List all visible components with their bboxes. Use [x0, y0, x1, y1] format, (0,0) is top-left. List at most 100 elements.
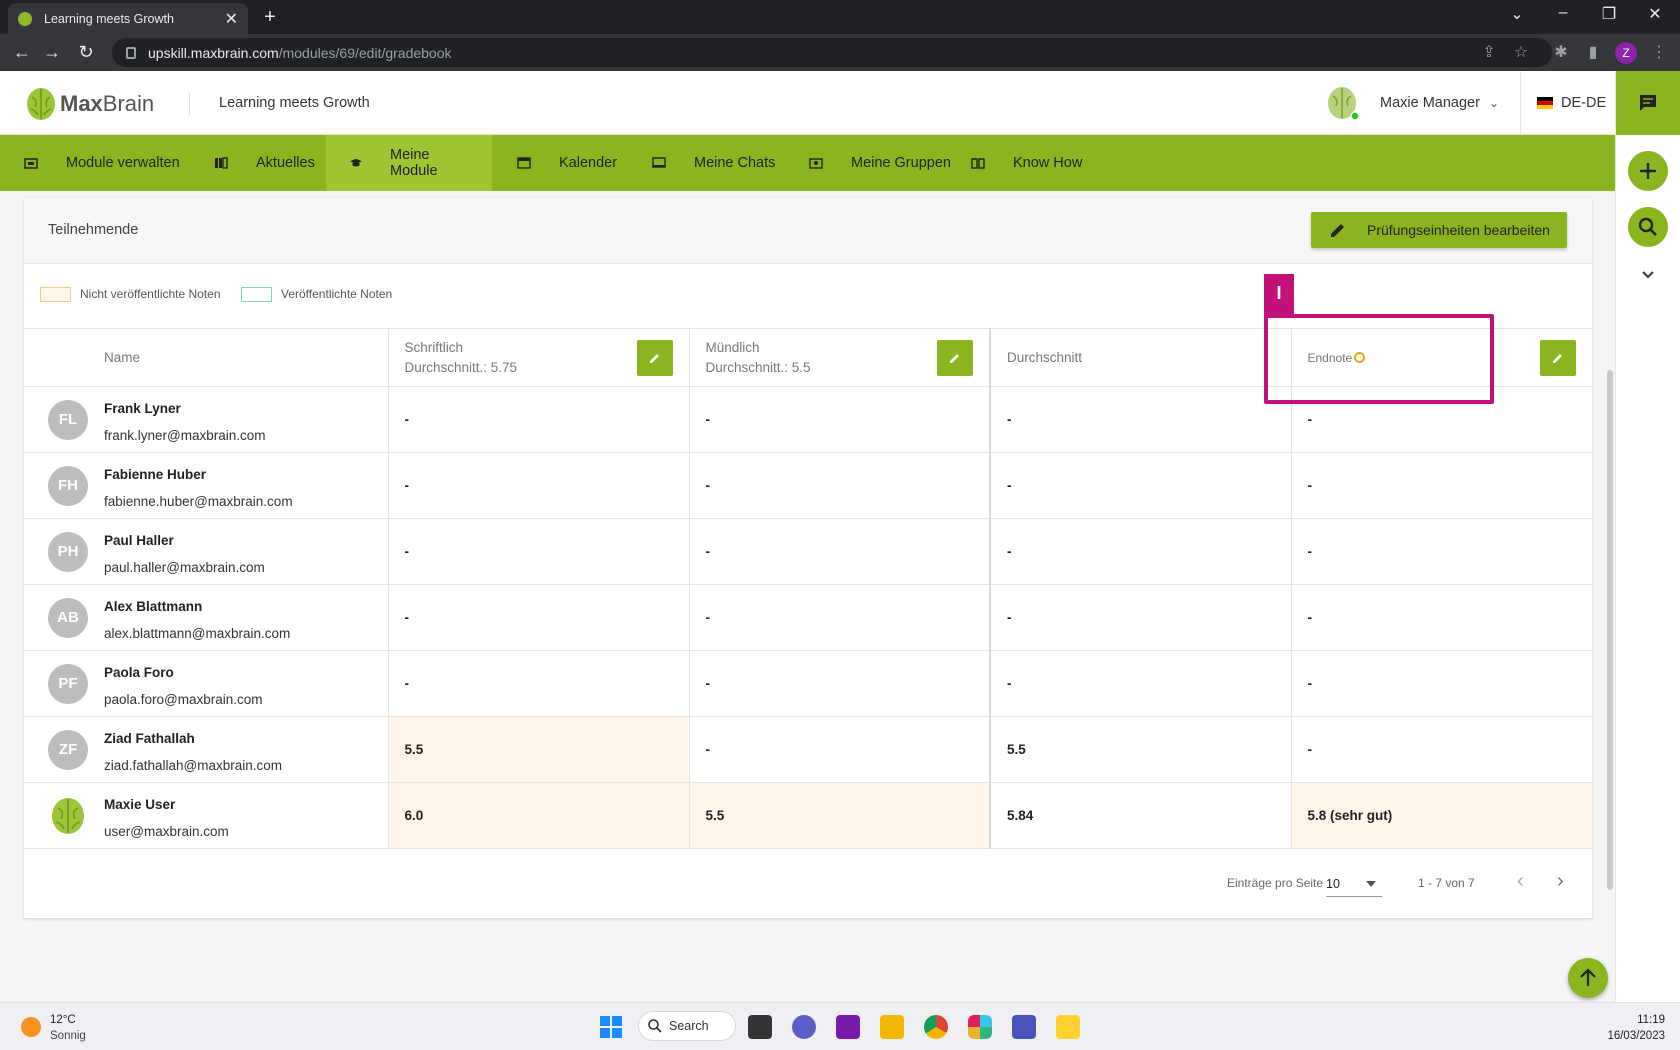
grade-final[interactable]: - — [1291, 650, 1592, 717]
grade-oral[interactable]: - — [689, 716, 991, 783]
teams-icon[interactable] — [1012, 1015, 1036, 1039]
browser-tab[interactable]: Learning meets Growth ✕ — [8, 3, 248, 34]
per-page-select[interactable]: 10 — [1326, 871, 1382, 897]
book-icon — [971, 158, 985, 169]
user-menu-name[interactable]: Maxie Manager — [1380, 95, 1480, 111]
table-row: PH Paul Haller paul.haller@maxbrain.com - … — [24, 518, 1592, 585]
nav-item-aktuelles[interactable]: Aktuelles — [190, 135, 339, 191]
prev-page-icon[interactable]: ‹ — [1517, 870, 1524, 893]
new-tab-icon[interactable]: + — [258, 6, 282, 30]
grade-final[interactable]: - — [1291, 452, 1592, 519]
url-field[interactable]: upskill.maxbrain.com/modules/69/edit/gra… — [112, 38, 1552, 67]
window-close-icon[interactable]: ✕ — [1632, 4, 1678, 24]
grade-average: - — [989, 518, 1292, 585]
participant-name: Maxie User — [104, 797, 176, 812]
profile-avatar[interactable]: Z — [1615, 42, 1637, 64]
taskbar-search[interactable]: Search — [638, 1011, 736, 1041]
table-row: FH Fabienne Huber fabienne.huber@maxbrain.… — [24, 452, 1592, 519]
nav-item-meine-chats[interactable]: Meine Chats — [628, 135, 799, 191]
card-header: Teilnehmende Prüfungseinheiten bearbeite… — [24, 198, 1592, 264]
participant-email: paul.haller@maxbrain.com — [104, 560, 265, 575]
browser-tab-bar: Learning meets Growth ✕ + ⌄ – ❐ ✕ — [0, 0, 1680, 34]
brain-logo-icon[interactable] — [26, 87, 56, 121]
nav-item-kalender[interactable]: Kalender — [493, 135, 641, 191]
grade-written[interactable]: - — [388, 452, 690, 519]
bookmark-star-icon[interactable]: ☆ — [1510, 42, 1532, 62]
reload-icon[interactable]: ↻ — [74, 42, 98, 63]
nav-item-module-verwalten[interactable]: Module verwalten — [0, 135, 204, 191]
legend-published-label: Veröffentlichte Noten — [281, 287, 393, 301]
tab-search-icon[interactable]: ⌄ — [1494, 4, 1540, 24]
graduation-cap-icon — [350, 158, 362, 167]
share-icon[interactable]: ⇪ — [1478, 42, 1500, 62]
close-tab-icon[interactable]: ✕ — [225, 9, 238, 29]
grade-written[interactable]: - — [388, 386, 690, 453]
scroll-to-top-button[interactable] — [1568, 958, 1608, 998]
expand-chevron-icon[interactable] — [1640, 269, 1656, 281]
highlight-tag: I — [1264, 274, 1294, 316]
add-button[interactable] — [1628, 151, 1668, 191]
legend-unpublished-label: Nicht veröffentlichte Noten — [80, 287, 221, 301]
file-explorer-icon[interactable] — [880, 1015, 904, 1039]
grade-final[interactable]: 5.8 (sehr gut) — [1291, 782, 1592, 849]
side-panel-icon[interactable]: ▮ — [1582, 42, 1604, 62]
pencil-icon — [649, 354, 659, 363]
grade-written[interactable]: 6.0 — [388, 782, 690, 849]
nav-item-know-how[interactable]: Know How — [947, 135, 1106, 191]
next-page-icon[interactable]: › — [1557, 870, 1564, 893]
clock-date: 16/03/2023 — [1607, 1030, 1665, 1042]
scrollbar[interactable] — [1607, 370, 1613, 890]
browser-menu-icon[interactable]: ⋮ — [1648, 42, 1670, 62]
nav-label: Kalender — [559, 155, 618, 171]
grade-oral[interactable]: - — [689, 518, 991, 585]
chevron-down-icon[interactable]: ⌄ — [1489, 96, 1499, 110]
miro-icon[interactable] — [1056, 1015, 1080, 1039]
taskbar-search-label: Search — [669, 1019, 709, 1033]
search-icon — [648, 1019, 662, 1033]
user-avatar[interactable] — [1326, 85, 1360, 121]
grade-oral[interactable]: - — [689, 650, 991, 717]
chat-button[interactable] — [1616, 71, 1680, 135]
edit-exam-units-button[interactable]: Prüfungseinheiten bearbeiten — [1311, 212, 1567, 248]
nav-item-meine-module[interactable]: Meine Module — [326, 135, 492, 191]
search-button[interactable] — [1628, 207, 1668, 247]
grade-average: - — [989, 452, 1292, 519]
grade-final[interactable]: - — [1291, 584, 1592, 651]
grade-oral[interactable]: - — [689, 386, 991, 453]
extensions-icon[interactable]: ✱ — [1550, 42, 1572, 62]
grade-oral[interactable]: - — [689, 452, 991, 519]
task-view-icon[interactable] — [748, 1015, 772, 1039]
edit-oral-button[interactable] — [937, 340, 973, 376]
meet-icon[interactable] — [792, 1015, 816, 1039]
grade-oral[interactable]: 5.5 — [689, 782, 991, 849]
grade-final[interactable]: - — [1291, 716, 1592, 783]
participant-name: Frank Lyner — [104, 401, 181, 416]
logo-wordmark[interactable]: MaxBrain — [60, 91, 154, 117]
minimize-icon[interactable]: – — [1540, 4, 1586, 22]
onenote-icon[interactable] — [836, 1015, 860, 1039]
url-path: /modules/69/edit/gradebook — [278, 44, 452, 61]
grade-written[interactable]: 5.5 — [388, 716, 690, 783]
logo-max: Max — [60, 91, 103, 116]
grade-oral[interactable]: - — [689, 584, 991, 651]
participant-name: Fabienne Huber — [104, 467, 207, 482]
grade-written[interactable]: - — [388, 650, 690, 717]
language-selector[interactable]: DE-DE — [1561, 95, 1606, 111]
weather-sun-icon[interactable] — [21, 1017, 41, 1037]
forward-icon[interactable]: → — [40, 42, 64, 63]
windows-start-icon[interactable] — [600, 1016, 622, 1038]
chrome-icon[interactable] — [924, 1015, 948, 1039]
grade-written[interactable]: - — [388, 518, 690, 585]
grade-written[interactable]: - — [388, 584, 690, 651]
address-bar-row: ← → ↻ upskill.maxbrain.com/modules/69/ed… — [0, 34, 1680, 71]
edit-written-button[interactable] — [636, 340, 673, 376]
restore-icon[interactable]: ❐ — [1586, 4, 1632, 24]
grade-average: - — [989, 650, 1292, 717]
slack-icon[interactable] — [968, 1015, 992, 1039]
back-icon[interactable]: ← — [10, 42, 34, 63]
edit-final-button[interactable] — [1540, 340, 1576, 376]
grade-final[interactable]: - — [1291, 518, 1592, 585]
page-range: 1 - 7 von 7 — [1418, 876, 1475, 890]
nav-label: Know How — [1013, 155, 1083, 171]
header-name[interactable]: Name — [24, 328, 389, 387]
